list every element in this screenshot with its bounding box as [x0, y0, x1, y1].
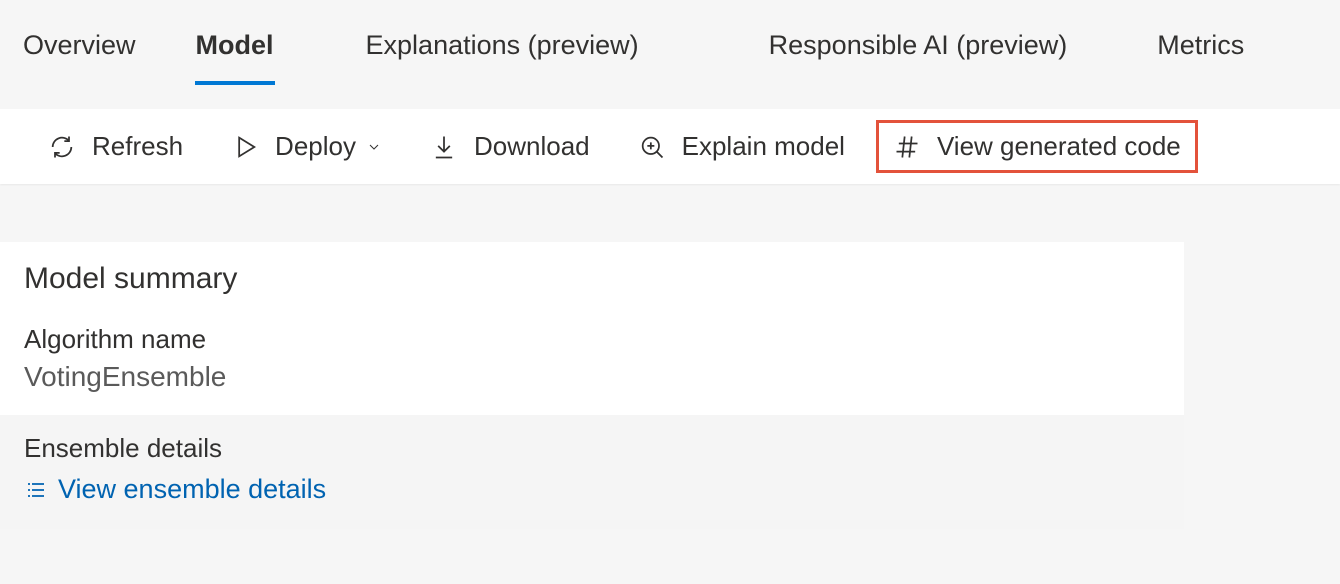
- tab-data-transformation[interactable]: Data transf: [1274, 20, 1340, 85]
- ensemble-details-label: Ensemble details: [24, 433, 1160, 464]
- tab-overview[interactable]: Overview: [0, 20, 166, 85]
- refresh-label: Refresh: [92, 131, 183, 162]
- tab-responsible-ai[interactable]: Responsible AI (preview): [669, 20, 1098, 85]
- toolbar: Refresh Deploy Download Explain model Vi…: [0, 109, 1340, 184]
- chevron-down-icon: [366, 139, 382, 155]
- deploy-button[interactable]: Deploy: [231, 131, 382, 162]
- refresh-button[interactable]: Refresh: [48, 131, 183, 162]
- tab-metrics[interactable]: Metrics: [1097, 20, 1274, 85]
- download-label: Download: [474, 131, 590, 162]
- ensemble-details-section: Ensemble details View ensemble details: [0, 415, 1184, 529]
- algorithm-name-label: Algorithm name: [24, 324, 1184, 355]
- download-icon: [430, 133, 458, 161]
- explain-label: Explain model: [682, 131, 845, 162]
- explain-model-button[interactable]: Explain model: [638, 131, 845, 162]
- tab-explanations[interactable]: Explanations (preview): [304, 20, 669, 85]
- play-icon: [231, 133, 259, 161]
- model-summary-panel: Model summary Algorithm name VotingEnsem…: [0, 242, 1184, 529]
- list-icon: [24, 478, 48, 502]
- download-button[interactable]: Download: [430, 131, 590, 162]
- refresh-icon: [48, 133, 76, 161]
- ensemble-link-label: View ensemble details: [58, 474, 326, 505]
- hash-icon: [893, 133, 921, 161]
- view-code-label: View generated code: [937, 131, 1181, 162]
- view-generated-code-button[interactable]: View generated code: [876, 120, 1198, 173]
- deploy-label: Deploy: [275, 131, 356, 162]
- tab-model[interactable]: Model: [166, 20, 304, 85]
- panel-title: Model summary: [24, 262, 1184, 324]
- zoom-in-icon: [638, 133, 666, 161]
- view-ensemble-details-link[interactable]: View ensemble details: [24, 474, 1160, 505]
- tab-bar: Overview Model Explanations (preview) Re…: [0, 0, 1340, 85]
- algorithm-name-value: VotingEnsemble: [24, 361, 1184, 415]
